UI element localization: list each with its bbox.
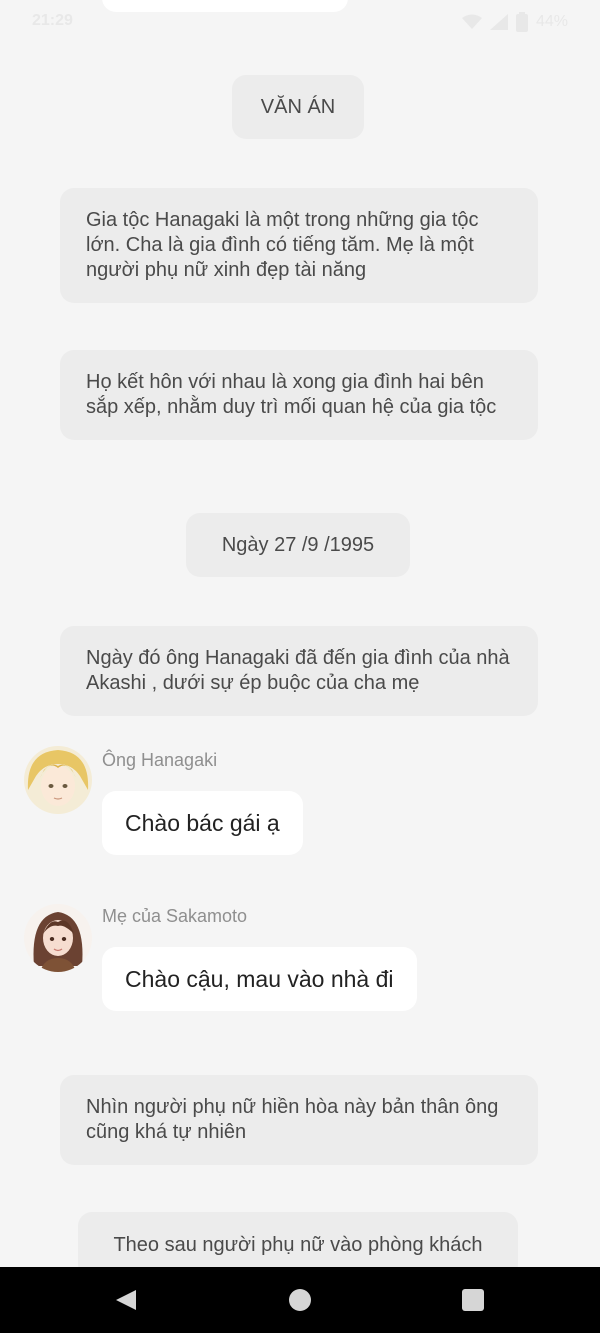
signal-icon [489,14,508,30]
back-icon[interactable] [114,1288,138,1317]
story-title: VĂN ÁN [232,75,364,139]
speaker-name: Mẹ của Sakamoto [102,906,248,926]
avatar-me-cua-sakamoto[interactable] [24,904,92,972]
narration-bubble: Họ kết hôn với nhau là xong gia đình hai… [60,350,538,440]
story-title-text: VĂN ÁN [260,95,336,118]
status-time: 21:29 [32,12,73,29]
previous-message-bubble [102,0,348,12]
recents-icon[interactable] [461,1288,485,1317]
battery-percent: 44% [535,13,568,30]
wifi-icon [461,14,482,30]
message-bubble[interactable]: Chào cậu, mau vào nhà đi [102,947,417,1011]
message-text: Chào cậu, mau vào nhà đi [125,965,394,992]
avatar-ong-hanagaki[interactable] [24,746,92,814]
narration-text: Ngày đó ông Hanagaki đã đến gia đình của… [86,647,510,694]
status-icons: 44% [461,12,568,32]
date-text: Ngày 27 /9 /1995 [221,533,375,556]
narration-text: Gia tộc Hanagaki là một trong những gia … [86,209,479,281]
narration-bubble: Gia tộc Hanagaki là một trong những gia … [60,188,538,303]
message-text: Chào bác gái ạ [125,809,280,836]
date-bubble: Ngày 27 /9 /1995 [186,513,410,577]
battery-icon [515,12,528,32]
speaker-name: Ông Hanagaki [102,750,218,770]
narration-text: Theo sau người phụ nữ vào phòng khách [113,1234,483,1256]
narration-text: Nhìn người phụ nữ hiền hòa này bản thân … [86,1096,499,1143]
narration-bubble: Ngày đó ông Hanagaki đã đến gia đình của… [60,626,538,716]
narration-text: Họ kết hôn với nhau là xong gia đình hai… [86,371,497,418]
navigation-bar [0,1267,600,1333]
home-icon[interactable] [288,1288,312,1317]
message-bubble[interactable]: Chào bác gái ạ [102,791,303,855]
narration-bubble: Nhìn người phụ nữ hiền hòa này bản thân … [60,1075,538,1165]
